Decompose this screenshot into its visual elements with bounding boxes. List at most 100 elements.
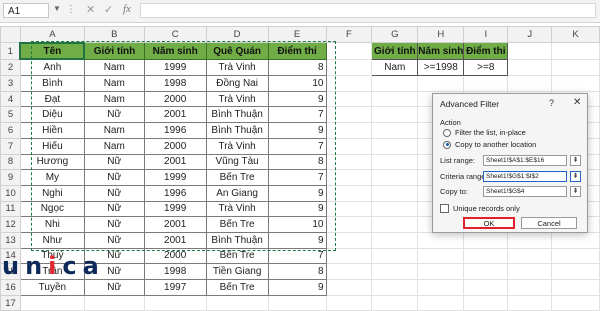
table-cell[interactable]: 9 (267, 200, 327, 218)
table-cell[interactable]: Anh (19, 58, 85, 77)
cell[interactable] (371, 247, 419, 265)
table-cell[interactable]: 1998 (143, 75, 207, 92)
table-cell[interactable]: Bến Tre (205, 169, 269, 186)
table-cell[interactable]: Như (19, 231, 85, 249)
cell[interactable] (417, 294, 465, 311)
cell[interactable] (325, 231, 373, 249)
table-header-cell[interactable]: Điểm thi (267, 42, 327, 60)
row-header[interactable]: 6 (0, 122, 21, 139)
cell[interactable] (83, 294, 145, 311)
table-cell[interactable]: 9 (267, 122, 327, 139)
cell[interactable] (325, 263, 373, 280)
cell[interactable] (325, 42, 373, 60)
table-cell[interactable]: Trà Vinh (205, 90, 269, 108)
column-header[interactable]: F (325, 25, 373, 44)
table-cell[interactable]: Bình Thuận (205, 106, 269, 124)
column-header[interactable]: B (83, 25, 145, 44)
table-cell[interactable]: 2000 (143, 137, 207, 155)
cell[interactable] (325, 169, 373, 186)
table-cell[interactable]: Nghi (19, 184, 85, 202)
cancel-icon[interactable]: ✕ (86, 3, 95, 16)
table-cell[interactable]: Nữ (83, 169, 145, 186)
table-cell[interactable]: 2001 (143, 153, 207, 171)
radio-copy[interactable] (443, 140, 451, 149)
unique-records-checkbox[interactable] (440, 204, 449, 213)
name-box[interactable]: A1 (3, 3, 49, 18)
select-all-corner[interactable] (0, 25, 21, 44)
table-header-cell[interactable]: Năm sinh (143, 42, 207, 60)
table-cell[interactable]: Nam (83, 75, 145, 92)
table-cell[interactable]: 2001 (143, 106, 207, 124)
table-cell[interactable]: Bến Tre (205, 279, 269, 296)
cell[interactable] (417, 263, 465, 280)
cell[interactable] (551, 247, 600, 265)
table-cell[interactable]: Bình (19, 75, 85, 92)
table-cell[interactable]: Hiếu (19, 137, 85, 155)
cell[interactable] (325, 58, 373, 77)
row-header[interactable]: 3 (0, 75, 21, 92)
table-cell[interactable]: Bến Tre (205, 216, 269, 233)
table-cell[interactable]: Nam (83, 122, 145, 139)
table-cell[interactable]: Nữ (83, 231, 145, 249)
copy-to-input[interactable]: Sheet1!$G$4 (483, 186, 567, 197)
cell[interactable] (267, 294, 327, 311)
copy-to-location-option[interactable]: Copy to another location (443, 140, 536, 149)
table-header-cell[interactable]: Tên (19, 41, 86, 61)
table-cell[interactable]: 9 (267, 184, 327, 202)
column-header[interactable]: K (551, 25, 600, 44)
cell[interactable] (463, 294, 509, 311)
table-cell[interactable]: 2001 (143, 216, 207, 233)
cell[interactable] (325, 90, 373, 108)
table-cell[interactable]: 2000 (143, 247, 207, 265)
table-cell[interactable]: 10 (267, 75, 327, 92)
cell[interactable] (371, 90, 419, 108)
cell[interactable] (371, 153, 419, 171)
cell[interactable] (325, 122, 373, 139)
table-cell[interactable]: Nữ (83, 153, 145, 171)
cell[interactable] (463, 75, 509, 92)
table-cell[interactable]: 8 (267, 153, 327, 171)
cell[interactable] (551, 263, 600, 280)
table-cell[interactable]: Diệu (19, 106, 85, 124)
cell[interactable] (371, 263, 419, 280)
cell[interactable] (463, 247, 509, 265)
table-cell[interactable]: Nữ (83, 279, 145, 296)
cell[interactable] (325, 153, 373, 171)
table-cell[interactable]: Ngọc (19, 200, 85, 218)
cell[interactable] (19, 294, 85, 311)
cell[interactable] (371, 200, 419, 218)
criteria-header-cell[interactable]: Điểm thi (463, 42, 509, 60)
table-cell[interactable]: Tuyền (19, 279, 85, 296)
cell[interactable] (371, 216, 419, 233)
column-header[interactable]: D (205, 25, 269, 44)
formula-input[interactable] (140, 3, 596, 18)
table-header-cell[interactable]: Quê Quán (205, 42, 269, 60)
table-cell[interactable]: 1997 (143, 279, 207, 296)
table-cell[interactable]: My (19, 169, 85, 186)
table-cell[interactable]: 7 (267, 137, 327, 155)
cell[interactable] (507, 42, 553, 60)
table-cell[interactable]: 7 (267, 169, 327, 186)
criteria-header-cell[interactable]: Giới tính (371, 42, 419, 60)
row-header[interactable]: 4 (0, 90, 21, 108)
table-cell[interactable]: 7 (267, 106, 327, 124)
table-cell[interactable]: Nữ (83, 200, 145, 218)
enter-icon[interactable]: ✓ (104, 3, 113, 16)
cell[interactable] (325, 247, 373, 265)
table-cell[interactable]: Nữ (83, 216, 145, 233)
cell[interactable] (371, 122, 419, 139)
cell[interactable] (143, 294, 207, 311)
table-cell[interactable]: 9 (267, 231, 327, 249)
insert-function-icon[interactable]: fx (123, 3, 131, 15)
cell[interactable] (463, 263, 509, 280)
column-header[interactable]: C (143, 25, 207, 44)
table-cell[interactable]: 10 (267, 216, 327, 233)
column-header[interactable]: A (19, 25, 85, 44)
cell[interactable] (325, 216, 373, 233)
cell[interactable] (325, 279, 373, 296)
cell[interactable] (551, 294, 600, 311)
list-range-collapse-button[interactable]: ⇞ (570, 155, 581, 166)
column-header[interactable]: I (463, 25, 509, 44)
table-cell[interactable]: Trà Vinh (205, 200, 269, 218)
table-cell[interactable]: Hương (19, 153, 85, 171)
